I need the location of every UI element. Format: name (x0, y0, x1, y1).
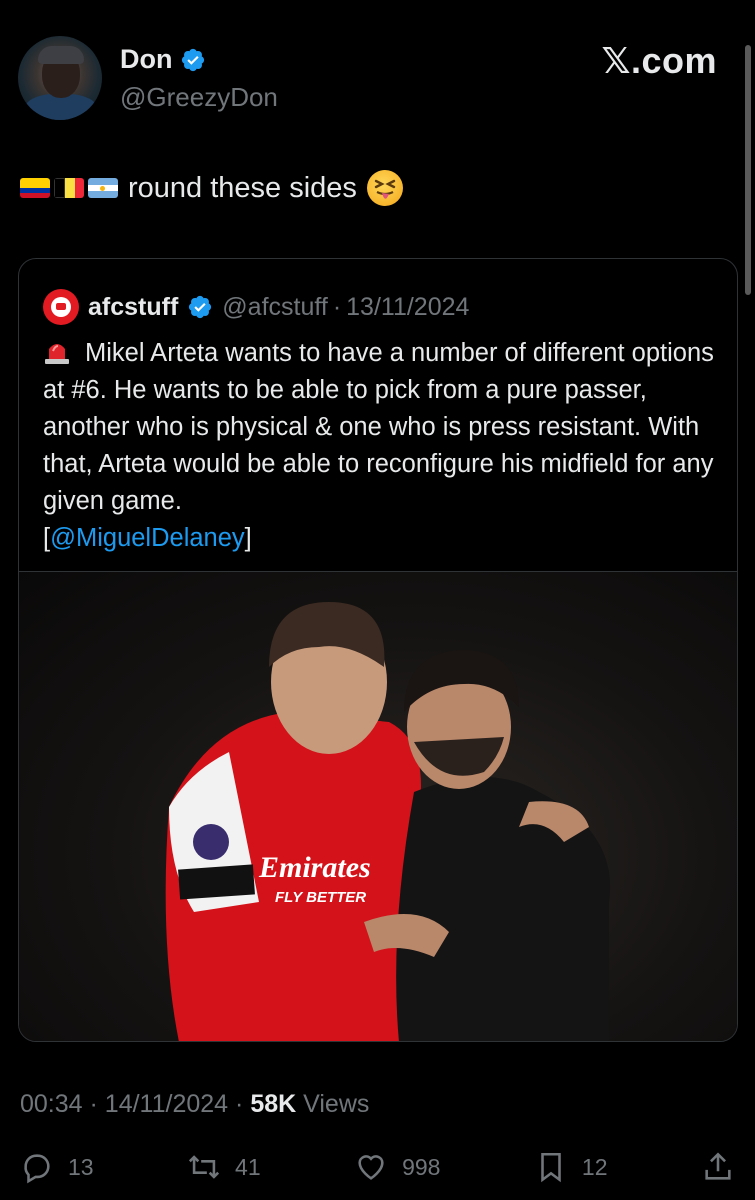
heart-icon (358, 1155, 384, 1180)
tweet-text: round these sides (20, 170, 403, 206)
siren-icon (43, 337, 71, 365)
quote-handle[interactable]: @afcstuff (222, 293, 328, 322)
squinting-tongue-emoji-icon (366, 170, 403, 206)
jersey-sponsor-text: Emirates (258, 851, 371, 884)
quoted-tweet[interactable]: afcstuff @afcstuff · 13/11/2024 Mikel Ar… (18, 258, 738, 1042)
views-label: Views (303, 1090, 370, 1118)
tweet-body: round these sides (128, 171, 357, 204)
jersey-slogan-text: FLY BETTER (275, 889, 366, 906)
separator: · (89, 1090, 98, 1118)
bracket-close: ] (244, 524, 252, 552)
bookmark-icon (541, 1152, 561, 1183)
separator: · (235, 1090, 244, 1118)
quote-date: 13/11/2024 (346, 292, 470, 321)
bookmark-button[interactable]: 12 (534, 1150, 608, 1184)
flag-emojis (20, 178, 118, 198)
tweet-time: 00:34 (20, 1090, 83, 1118)
author-name[interactable]: Don (120, 44, 172, 75)
like-count: 998 (402, 1153, 441, 1180)
separator: · (332, 292, 342, 321)
quote-header: afcstuff @afcstuff · 13/11/2024 (43, 289, 469, 325)
repost-count: 41 (235, 1153, 261, 1180)
action-bar: 13 41 998 12 (20, 1150, 735, 1184)
verified-badge-icon (182, 48, 205, 71)
tweet-timestamp[interactable]: 00:34 · 14/11/2024 · 58K Views (20, 1090, 369, 1119)
mention-link[interactable]: @MiguelDelaney (50, 524, 245, 552)
reply-icon (24, 1154, 50, 1184)
belgium-flag-icon (54, 178, 84, 198)
like-button[interactable]: 998 (354, 1150, 440, 1184)
quote-photo[interactable]: Emirates FLY BETTER (19, 571, 737, 1041)
ecuador-flag-icon (20, 178, 50, 198)
tweet-date: 14/11/2024 (104, 1090, 229, 1118)
scrollbar[interactable] (745, 45, 751, 295)
author-handle[interactable]: @GreezyDon (120, 82, 278, 113)
views-count: 58K (250, 1090, 297, 1118)
bookmark-count: 12 (581, 1153, 608, 1180)
quote-author-name[interactable]: afcstuff (88, 293, 178, 322)
reply-button[interactable]: 13 (20, 1150, 94, 1184)
quote-body: Mikel Arteta wants to have a number of d… (43, 335, 723, 557)
verified-badge-icon (189, 295, 212, 319)
argentina-flag-icon (88, 178, 118, 198)
reply-count: 13 (68, 1153, 94, 1180)
quote-text: Mikel Arteta wants to have a number of d… (43, 339, 714, 515)
afcstuff-logo-icon (43, 289, 79, 325)
repost-icon (188, 1155, 220, 1179)
avatar[interactable] (18, 36, 102, 120)
players-photo-illustration: Emirates FLY BETTER (165, 602, 611, 1041)
share-icon (705, 1152, 731, 1180)
x-com-logo: 𝕏.com (601, 40, 717, 81)
repost-button[interactable]: 41 (187, 1150, 261, 1184)
share-button[interactable] (701, 1150, 735, 1184)
author-name-row[interactable]: Don (120, 44, 206, 75)
